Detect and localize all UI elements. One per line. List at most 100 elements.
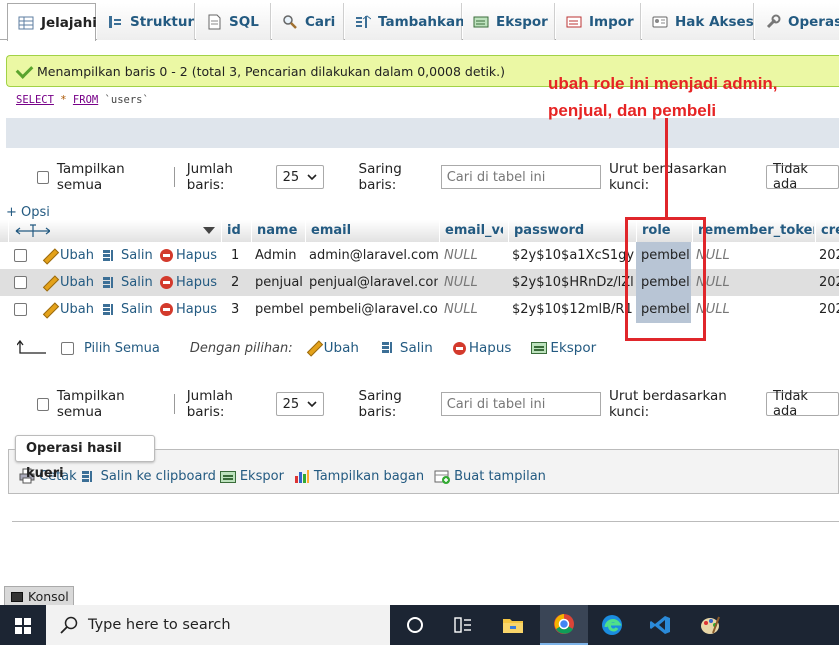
rows-select[interactable]: 25 <box>275 392 324 416</box>
copy-action[interactable]: Salin <box>97 296 153 323</box>
pencil-icon <box>307 341 321 355</box>
cell-email-verified[interactable]: NULL <box>439 269 503 296</box>
rows-value: 25 <box>282 169 300 185</box>
cell-email-verified[interactable]: NULL <box>439 242 503 269</box>
row-checkbox[interactable] <box>9 296 27 323</box>
bulk-delete-button[interactable]: Hapus <box>452 340 511 356</box>
cell-id[interactable]: 2 <box>226 269 239 296</box>
query-operations-title[interactable]: Operasi hasil kueri <box>15 435 155 481</box>
tab-sql[interactable]: SQL <box>196 3 271 40</box>
column-header-email[interactable]: email <box>305 220 438 242</box>
cell-id[interactable]: 3 <box>226 296 239 323</box>
bulk-export-label: Ekspor <box>550 340 597 356</box>
select-all-label[interactable]: Pilih Semua <box>84 341 160 356</box>
edge-button[interactable] <box>588 605 636 645</box>
caret-down-icon <box>203 227 215 234</box>
insert-icon <box>355 14 372 30</box>
navigation-row-bottom: Tampilkan semua Jumlah baris: 25 Saring … <box>0 388 839 420</box>
bulk-edit-button[interactable]: Ubah <box>307 340 359 356</box>
delete-action[interactable]: Hapus <box>155 269 217 296</box>
export-button[interactable]: Ekspor <box>219 469 284 484</box>
filter-label: Saring baris: <box>358 388 402 420</box>
edit-action[interactable]: Ubah <box>38 242 94 269</box>
sort-select[interactable]: Tidak ada <box>766 389 839 419</box>
delete-action[interactable]: Hapus <box>155 296 217 323</box>
tab-import[interactable]: Impor <box>556 3 641 40</box>
cell-email[interactable]: pembeli@laravel.com <box>304 296 438 323</box>
tab-browse[interactable]: Jelajahi <box>7 3 97 41</box>
tab-search[interactable]: Cari <box>272 3 344 40</box>
divider <box>12 521 839 522</box>
bulk-actions-row: Pilih Semua Dengan pilihan: Ubah Salin H… <box>0 333 839 363</box>
rows-label: Jumlah baris: <box>186 388 233 420</box>
cell-password[interactable]: $2y$10$HRnDz/lZl <box>507 269 635 296</box>
cell-password[interactable]: $2y$10$a1XcS1gy <box>507 242 635 269</box>
select-all-checkbox[interactable] <box>61 341 74 355</box>
cell-email-verified[interactable]: NULL <box>439 296 503 323</box>
show-all-checkbox[interactable] <box>37 170 49 184</box>
column-header-remember-token[interactable]: remember_token <box>692 220 814 242</box>
rows-select[interactable]: 25 <box>275 165 324 189</box>
cell-id[interactable]: 1 <box>226 242 239 269</box>
row-checkbox[interactable] <box>9 242 27 269</box>
paint-button[interactable] <box>686 605 734 645</box>
file-explorer-button[interactable] <box>489 605 537 645</box>
display-chart-label: Tampilkan bagan <box>313 468 425 484</box>
annotation-highlight-box <box>625 217 706 341</box>
delete-label: Hapus <box>176 275 218 290</box>
tab-privileges[interactable]: Hak Akses <box>642 3 754 40</box>
vscode-button[interactable] <box>636 605 684 645</box>
delete-action[interactable]: Hapus <box>155 242 217 269</box>
cortana-button[interactable] <box>391 605 439 645</box>
cell-created[interactable]: 202 <box>814 296 839 323</box>
cell-created[interactable]: 202 <box>814 242 839 269</box>
column-header-created[interactable]: cre <box>815 220 839 242</box>
column-header-id[interactable]: id <box>221 220 250 242</box>
tab-label: Cari <box>305 13 336 30</box>
bulk-copy-label: Salin <box>399 340 433 356</box>
sql-keyword-select: SELECT <box>16 94 54 106</box>
cell-name[interactable]: penjual <box>250 269 303 296</box>
column-header-name[interactable]: name <box>251 220 304 242</box>
create-view-button[interactable]: Buat tampilan <box>434 468 546 484</box>
column-header-email-verified[interactable]: email_ve <box>439 220 503 242</box>
start-button[interactable] <box>0 605 46 645</box>
tab-operations[interactable]: Operasi <box>755 3 839 40</box>
show-all-checkbox[interactable] <box>37 397 49 411</box>
sort-label: Urut berdasarkan kunci: <box>608 161 727 193</box>
copy-clipboard-button[interactable]: Salin ke clipboard <box>81 469 216 484</box>
taskbar-search[interactable]: Type here to search <box>46 605 390 645</box>
cell-created[interactable]: 202 <box>814 269 839 296</box>
tab-insert[interactable]: Tambahkan <box>345 3 465 40</box>
copy-action[interactable]: Salin <box>97 269 153 296</box>
copy-action[interactable]: Salin <box>97 242 153 269</box>
sql-star: * <box>60 94 67 106</box>
cell-name[interactable]: pembeli <box>250 296 303 323</box>
bulk-export-button[interactable]: Ekspor <box>531 340 596 356</box>
column-selector[interactable] <box>198 220 220 242</box>
copy-clipboard-label: Salin ke clipboard <box>100 469 216 484</box>
vscode-icon <box>650 616 670 634</box>
tab-export[interactable]: Ekspor <box>463 3 555 40</box>
sort-select[interactable]: Tidak ada <box>766 162 839 192</box>
edit-action[interactable]: Ubah <box>38 269 94 296</box>
options-link[interactable]: + Opsi <box>6 205 50 220</box>
chrome-button[interactable] <box>540 605 588 645</box>
display-chart-button[interactable]: Tampilkan bagan <box>294 468 424 484</box>
column-header-password[interactable]: password <box>508 220 635 242</box>
filter-input[interactable]: Cari di tabel ini <box>440 392 601 416</box>
cell-password[interactable]: $2y$10$12mlB/R1 <box>507 296 635 323</box>
filter-input[interactable]: Cari di tabel ini <box>440 165 601 189</box>
row-checkbox[interactable] <box>9 269 27 296</box>
cell-email[interactable]: admin@laravel.com <box>304 242 438 269</box>
bulk-copy-button[interactable]: Salin <box>381 340 433 356</box>
column-resize-arrows[interactable] <box>8 220 50 242</box>
create-view-label: Buat tampilan <box>454 468 546 484</box>
cell-email[interactable]: penjual@laravel.com <box>304 269 438 296</box>
edit-action[interactable]: Ubah <box>38 296 94 323</box>
console-tab[interactable]: Konsol <box>4 586 74 606</box>
cell-name[interactable]: Admin <box>250 242 303 269</box>
tab-structure[interactable]: Struktur <box>97 3 195 40</box>
arrow-up-left-icon <box>17 340 46 354</box>
task-view-button[interactable] <box>439 605 487 645</box>
